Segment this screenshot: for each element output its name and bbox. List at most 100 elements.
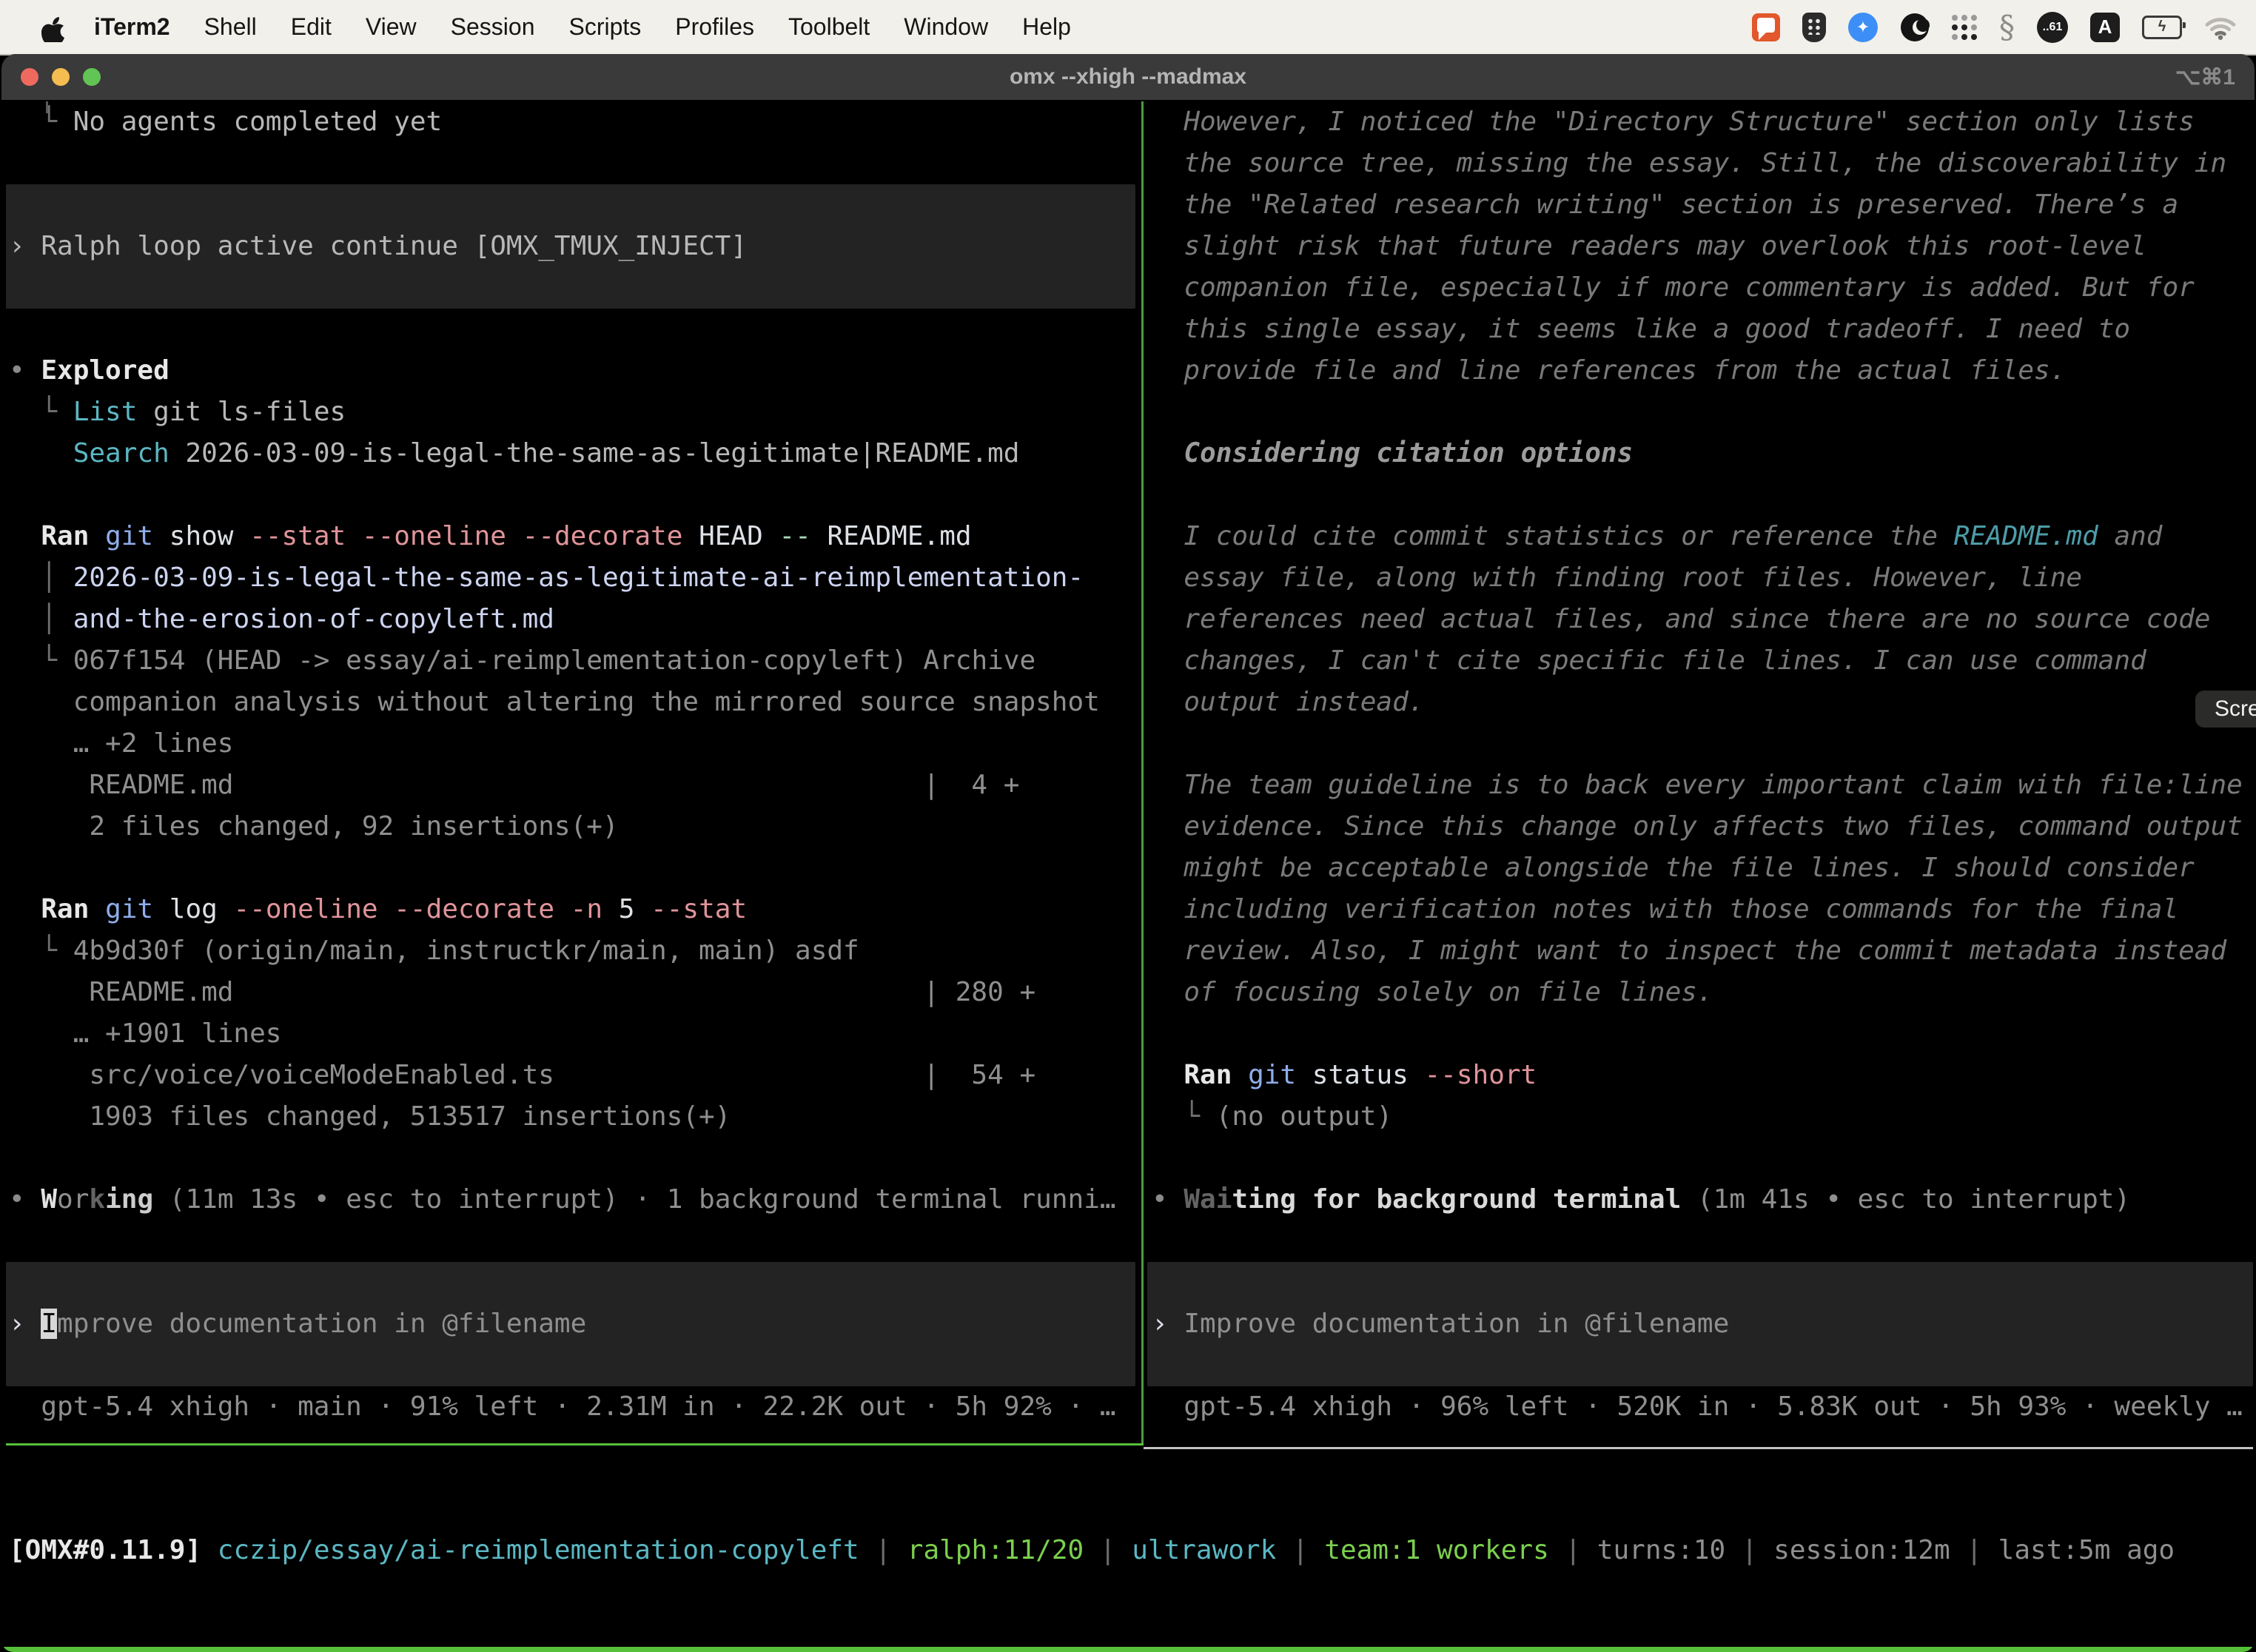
text-segment: git ls-files xyxy=(137,397,346,427)
menu-item-iterm2[interactable]: iTerm2 xyxy=(77,13,187,40)
text-segment: team:1 workers xyxy=(1324,1535,1548,1565)
text-segment: output instead. xyxy=(1152,687,1424,717)
terminal-line: README.md | 4 + xyxy=(9,765,1019,806)
menu-item-profiles[interactable]: Profiles xyxy=(658,13,771,40)
pane-divider[interactable] xyxy=(1141,101,1144,1446)
text-segment: companion analysis without altering the … xyxy=(9,687,1100,717)
text-segment: or xyxy=(57,1184,89,1215)
terminal-line: output instead. xyxy=(1152,682,1424,723)
badge-61-icon[interactable]: ..61 xyxy=(2037,12,2068,43)
text-segment xyxy=(506,521,523,551)
text-segment: -- xyxy=(779,521,810,551)
terminal-line: evidence. Since this change only affects… xyxy=(1152,806,2243,847)
text-segment xyxy=(346,521,362,551)
menu-item-session[interactable]: Session xyxy=(434,13,552,40)
text-segment: essay file, along with finding root file… xyxy=(1152,563,2082,593)
terminal-line: └ 067f154 (HEAD -> essay/ai-reimplementa… xyxy=(9,640,1035,682)
text-segment: README.md xyxy=(811,521,972,551)
terminal-line: slight risk that future readers may over… xyxy=(1152,226,2146,267)
menu-item-toolbelt[interactable]: Toolbelt xyxy=(771,13,887,40)
terminal-line: │ 2026-03-09-is-legal-the-same-as-legiti… xyxy=(9,557,1084,599)
password-manager-icon[interactable] xyxy=(1802,13,1826,42)
text-segment: └ xyxy=(9,936,73,966)
text-segment: | xyxy=(1084,1535,1132,1565)
terminal-line: changes, I can't cite specific file line… xyxy=(1152,640,2146,682)
terminal-line: 1903 files changed, 513517 insertions(+) xyxy=(9,1096,731,1138)
text-segment: W xyxy=(41,1184,57,1215)
section-glyph-icon[interactable]: § xyxy=(1999,9,2015,45)
terminal-line: • Working (11m 13s • esc to interrupt) ·… xyxy=(9,1179,1116,1220)
text-segment: ultrawork xyxy=(1132,1535,1276,1565)
text-segment: Ran xyxy=(41,521,89,551)
text-segment xyxy=(9,438,73,469)
terminal-line: companion analysis without altering the … xyxy=(9,682,1100,723)
text-segment: README.md xyxy=(1954,521,2098,551)
text-segment: git xyxy=(105,521,153,551)
blue-app-icon[interactable]: ✦ xyxy=(1848,13,1878,42)
menu-item-view[interactable]: View xyxy=(349,13,434,40)
text-segment: › xyxy=(9,1309,41,1339)
terminal-line: › Improve documentation in @filename xyxy=(9,1303,586,1345)
text-segment: Ralph loop active continue [OMX_TMUX_INJ… xyxy=(41,231,747,261)
tmux-right-pane[interactable]: However, I noticed the "Directory Struct… xyxy=(1152,101,2255,1493)
text-segment: No agents completed yet xyxy=(73,107,443,137)
text-segment: The team guideline is to back every impo… xyxy=(1152,770,2243,800)
text-segment: However, I noticed the "Directory Struct… xyxy=(1152,107,2195,137)
text-segment: | xyxy=(1725,1535,1773,1565)
wifi-icon[interactable] xyxy=(2204,14,2237,41)
terminal-line: However, I noticed the "Directory Struct… xyxy=(1152,101,2195,143)
menu-item-shell[interactable]: Shell xyxy=(187,13,274,40)
terminal-line: Considering citation options xyxy=(1152,433,1633,474)
tmux-session-label[interactable]: [omx-cczip0:bash* xyxy=(1,1647,281,1652)
text-segment: | xyxy=(859,1535,907,1565)
menu-item-help[interactable]: Help xyxy=(1005,13,1088,40)
dark-crescent-icon[interactable] xyxy=(1900,13,1930,42)
text-segment: │ xyxy=(9,563,73,593)
terminal-line: might be acceptable alongside the file l… xyxy=(1152,847,2195,889)
text-segment: provide file and line references from th… xyxy=(1152,355,2066,386)
menu-bar: iTerm2ShellEditViewSessionScriptsProfile… xyxy=(0,0,2256,56)
terminal-content[interactable]: └ No agents completed yet › Ralph loop ac… xyxy=(1,100,2255,1652)
text-segment: 4b9d30f (origin/main, instructkr/main, m… xyxy=(73,936,859,966)
battery-icon[interactable]: ϟ xyxy=(2142,16,2182,39)
menu-bar-status-area: ✦ § ..61 A ϟ xyxy=(1752,9,2256,45)
terminal-line: Search 2026-03-09-is-legal-the-same-as-l… xyxy=(9,433,1019,474)
terminal-line: companion file, especially if more comme… xyxy=(1152,267,2195,309)
text-segment: • xyxy=(1152,1184,1184,1215)
tmux-host-clock: "MacBook-Pro-44.local" 04:52 31-Mar-26 xyxy=(1637,1647,2255,1652)
terminal-line: › Improve documentation in @filename xyxy=(1152,1303,1729,1345)
keyboard-layout-icon[interactable]: A xyxy=(2090,13,2120,42)
screen: iTerm2ShellEditViewSessionScriptsProfile… xyxy=(0,0,2256,1652)
apple-icon[interactable] xyxy=(41,13,67,42)
menu-item-window[interactable]: Window xyxy=(887,13,1005,40)
text-segment: • xyxy=(1152,1060,1184,1090)
text-segment: session:12m xyxy=(1773,1535,1950,1565)
text-segment: references need actual files, and since … xyxy=(1152,604,2210,634)
text-segment: … +2 lines xyxy=(9,728,233,759)
text-segment: └ xyxy=(9,107,73,137)
omx-status-bar: [OMX#0.11.9] cczip/essay/ai-reimplementa… xyxy=(9,1530,2252,1571)
text-segment: 5 xyxy=(602,894,651,924)
tmux-left-pane[interactable]: └ No agents completed yet › Ralph loop ac… xyxy=(9,101,1140,1493)
text-segment: HEAD xyxy=(682,521,779,551)
text-segment: │ xyxy=(9,604,73,634)
screen-notification[interactable]: Scre xyxy=(2195,691,2256,728)
chat-app-icon[interactable] xyxy=(1752,13,1780,41)
dots-grid-icon[interactable] xyxy=(1952,15,1977,40)
menu-item-edit[interactable]: Edit xyxy=(274,13,349,40)
tmux-status-bar: [omx-cczip0:bash* "MacBook-Pro-44.local"… xyxy=(1,1647,2255,1652)
text-segment: I xyxy=(41,1309,57,1339)
text-segment: git xyxy=(105,894,153,924)
text-segment: Search xyxy=(73,438,169,469)
text-segment: | xyxy=(1950,1535,1998,1565)
text-segment: src/voice/voiceModeEnabled.ts | 54 + xyxy=(9,1060,1035,1090)
text-segment: review. Also, I might want to inspect th… xyxy=(1152,936,2226,966)
text-segment: --stat xyxy=(249,521,346,551)
text-segment: Ran xyxy=(1184,1060,1232,1090)
terminal-line: • Explored xyxy=(9,350,169,392)
text-segment: 2 files changed, 92 insertions(+) xyxy=(9,811,619,842)
terminal-line: src/voice/voiceModeEnabled.ts | 54 + xyxy=(9,1055,1035,1096)
menu-item-scripts[interactable]: Scripts xyxy=(551,13,658,40)
window-shortcut-badge: ⌥⌘1 xyxy=(2175,64,2235,90)
window-title-bar[interactable]: omx --xhigh --madmax ⌥⌘1 xyxy=(1,54,2255,101)
